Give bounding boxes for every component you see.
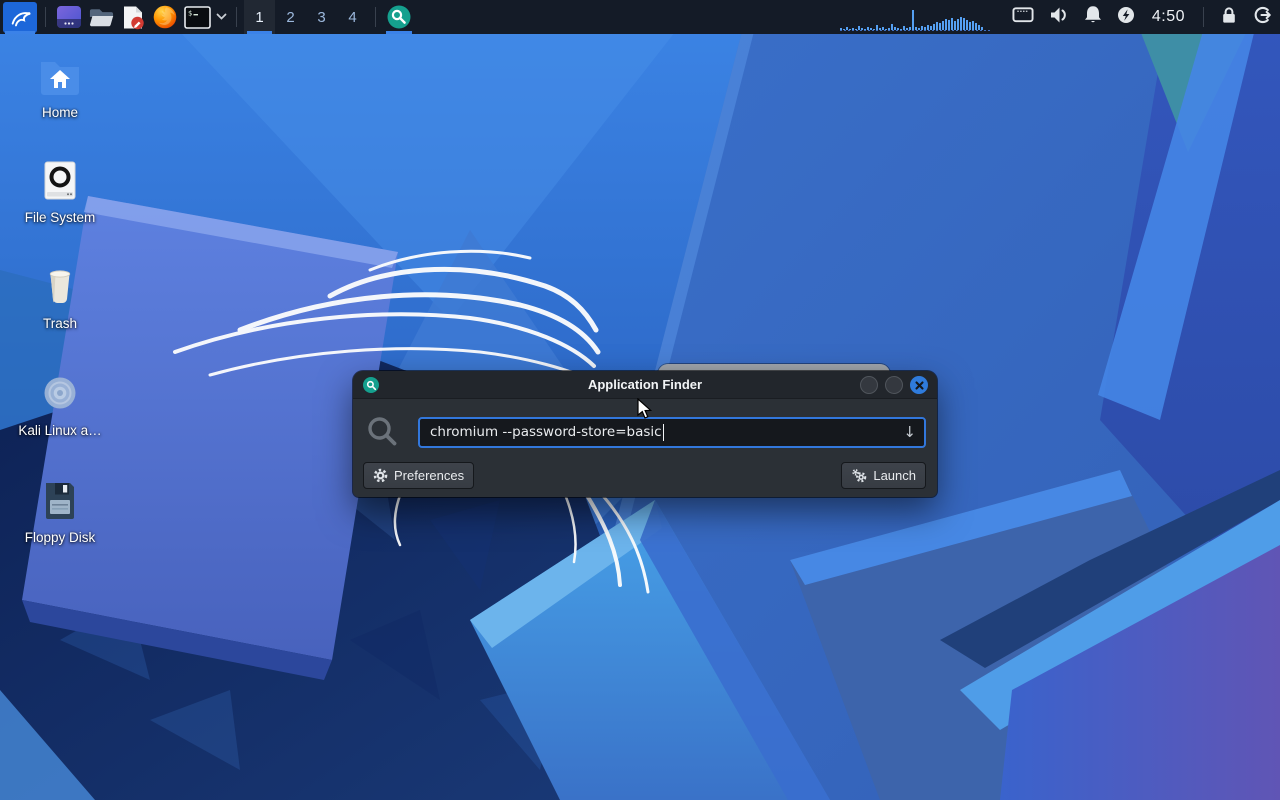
workspace-switcher: 1 2 3 4 xyxy=(244,0,368,34)
desktop-icon-label: Trash xyxy=(42,316,77,331)
kali-menu-icon xyxy=(3,1,37,33)
run-gears-icon xyxy=(852,469,867,483)
desktop-icon-label: Home xyxy=(41,105,78,120)
maximize-button[interactable] xyxy=(885,376,903,394)
notifications-bell-icon[interactable] xyxy=(1084,5,1102,29)
system-load-graph[interactable] xyxy=(832,0,1002,34)
firefox-icon xyxy=(153,5,177,29)
panel-separator xyxy=(45,7,46,27)
file-manager-icon xyxy=(89,9,113,27)
close-button[interactable] xyxy=(910,376,928,394)
close-icon xyxy=(914,380,924,390)
panel-separator xyxy=(1203,7,1204,27)
panel-separator xyxy=(375,7,376,27)
workspace-1[interactable]: 1 xyxy=(244,0,275,34)
terminal-icon: $ xyxy=(183,5,211,29)
launcher-dropdown-chevron-icon[interactable] xyxy=(213,0,229,34)
desktop-icon-trash[interactable]: Trash xyxy=(10,263,110,333)
launch-button[interactable]: Launch xyxy=(841,462,926,489)
app-finder-icon xyxy=(387,5,411,29)
preferences-button[interactable]: Preferences xyxy=(363,462,475,489)
desktop-icon-label: File System xyxy=(24,210,96,225)
workspace-2[interactable]: 2 xyxy=(275,0,306,34)
launcher-file-manager[interactable] xyxy=(85,0,117,34)
command-input-wrapper: ↓ xyxy=(418,416,926,448)
display-icon[interactable] xyxy=(1012,5,1034,29)
floppy-disk-icon xyxy=(10,477,110,525)
desktop-window-icon xyxy=(57,6,81,28)
launcher-text-editor[interactable] xyxy=(117,0,149,34)
text-editor-icon xyxy=(124,6,144,29)
launcher-firefox[interactable] xyxy=(149,0,181,34)
application-finder-window: Application Finder ↓ xyxy=(353,371,937,497)
text-caret xyxy=(663,423,664,441)
launcher-terminal[interactable]: $ xyxy=(181,0,213,34)
minimize-button[interactable] xyxy=(860,376,878,394)
hard-drive-icon xyxy=(10,157,110,205)
dropdown-arrow-icon[interactable]: ↓ xyxy=(903,423,916,441)
app-finder-badge-icon xyxy=(363,377,379,393)
panel-separator xyxy=(236,7,237,27)
optical-disc-icon xyxy=(10,370,110,418)
lock-icon[interactable] xyxy=(1220,6,1238,29)
desktop: Home File System Trash Kali Linux a… Flo… xyxy=(0,0,1280,800)
workspace-4[interactable]: 4 xyxy=(337,0,368,34)
power-manager-icon[interactable] xyxy=(1117,6,1135,29)
top-panel: $ 1 2 3 4 4:50 xyxy=(0,0,1280,34)
app-finder-panel-button[interactable] xyxy=(383,0,415,34)
home-folder-icon xyxy=(10,52,110,100)
workspace-3[interactable]: 3 xyxy=(306,0,337,34)
svg-text:$: $ xyxy=(188,9,192,17)
panel-clock[interactable]: 4:50 xyxy=(1150,8,1187,26)
search-icon xyxy=(366,415,400,449)
window-title: Application Finder xyxy=(587,377,703,392)
command-input[interactable] xyxy=(420,424,924,440)
desktop-icon-filesystem[interactable]: File System xyxy=(10,157,110,227)
launcher-desktop-window[interactable] xyxy=(53,0,85,34)
desktop-icon-floppy[interactable]: Floppy Disk xyxy=(10,477,110,547)
gear-icon xyxy=(373,468,388,483)
window-titlebar[interactable]: Application Finder xyxy=(353,371,937,399)
desktop-icon-home[interactable]: Home xyxy=(10,52,110,122)
desktop-icon-label: Kali Linux a… xyxy=(18,423,102,438)
trash-can-icon xyxy=(10,263,110,311)
desktop-icon-label: Floppy Disk xyxy=(24,530,96,545)
desktop-icon-kali-cd[interactable]: Kali Linux a… xyxy=(10,370,110,440)
volume-icon[interactable] xyxy=(1049,6,1069,29)
applications-menu-button[interactable] xyxy=(2,0,38,34)
logout-icon[interactable] xyxy=(1253,6,1272,29)
